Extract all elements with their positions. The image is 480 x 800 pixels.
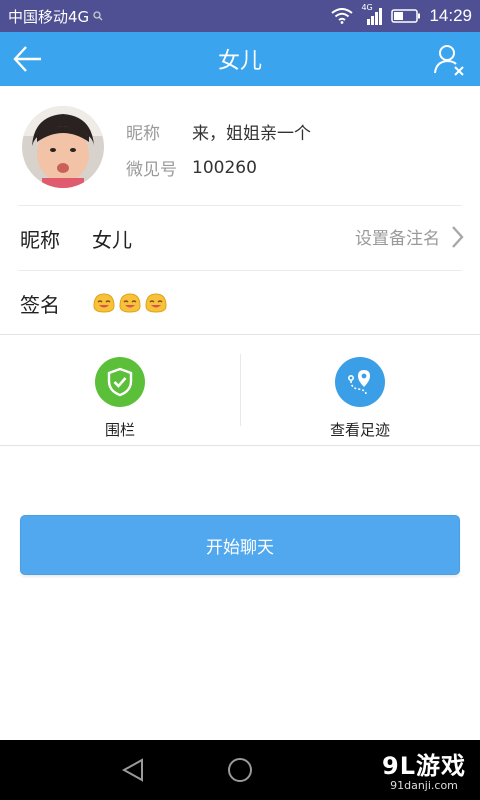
signature-row: 签名 xyxy=(0,271,480,335)
page-title: 女儿 xyxy=(217,49,262,74)
nickname-row[interactable]: 昵称 女儿 设置备注名 xyxy=(0,206,480,270)
profile-id-row: 微见号 100260 xyxy=(126,155,257,181)
fence-icon-circle xyxy=(95,357,145,407)
chevron-right-icon xyxy=(452,225,464,248)
profile-id-value: 100260 xyxy=(192,157,257,178)
clock: 14:29 xyxy=(429,6,472,25)
avatar-photo xyxy=(22,106,104,188)
nickname-label: 昵称 xyxy=(20,227,60,252)
carrier-text: 中国移动4G xyxy=(8,7,90,26)
watermark-logo: 9L游戏 91danji.com xyxy=(382,746,466,792)
profile-nickname-label: 昵称 xyxy=(126,124,160,144)
nav-home-icon[interactable] xyxy=(226,756,254,784)
footprint-action[interactable]: 查看足迹 xyxy=(240,335,480,445)
action-separator xyxy=(240,354,241,426)
wifi-icon xyxy=(331,8,354,24)
fence-label: 围栏 xyxy=(104,421,135,439)
status-bar: 中国移动4G 4G 14:29 xyxy=(0,0,480,32)
avatar[interactable] xyxy=(22,106,104,188)
battery-icon xyxy=(391,9,421,23)
signature-label: 签名 xyxy=(20,292,60,317)
system-nav-bar: 9L游戏 91danji.com xyxy=(0,740,480,800)
profile-card: 昵称 来，姐姐亲一个 微见号 100260 xyxy=(0,86,480,206)
profile-id-label: 微见号 xyxy=(126,160,177,180)
set-remark-button[interactable]: 设置备注名 xyxy=(355,224,464,249)
profile-nickname-row: 昵称 来，姐姐亲一个 xyxy=(126,119,311,144)
shield-check-icon xyxy=(107,367,133,397)
set-remark-label: 设置备注名 xyxy=(355,229,440,249)
profile-nickname-value: 来，姐姐亲一个 xyxy=(192,124,311,144)
watermark-sub: 91danji.com xyxy=(390,779,458,792)
start-chat-button[interactable]: 开始聊天 xyxy=(20,515,460,575)
fence-action[interactable]: 围栏 xyxy=(0,335,240,445)
smile-emoji-icon xyxy=(119,293,141,313)
signature-emojis xyxy=(92,292,168,314)
signal-icon: 4G xyxy=(361,3,383,25)
footprint-icon-circle xyxy=(335,357,385,407)
watermark-main: 9L游戏 xyxy=(382,752,466,780)
back-arrow-icon[interactable] xyxy=(12,44,44,74)
nav-back-icon[interactable] xyxy=(118,755,148,785)
app-header: 女儿 xyxy=(0,32,480,86)
smile-emoji-icon xyxy=(93,293,115,313)
location-route-icon xyxy=(348,370,370,395)
smile-emoji-icon xyxy=(145,293,167,313)
remove-contact-icon[interactable] xyxy=(432,42,466,76)
search-icon xyxy=(93,11,103,21)
footprint-label: 查看足迹 xyxy=(329,421,390,439)
nickname-value: 女儿 xyxy=(92,227,132,252)
